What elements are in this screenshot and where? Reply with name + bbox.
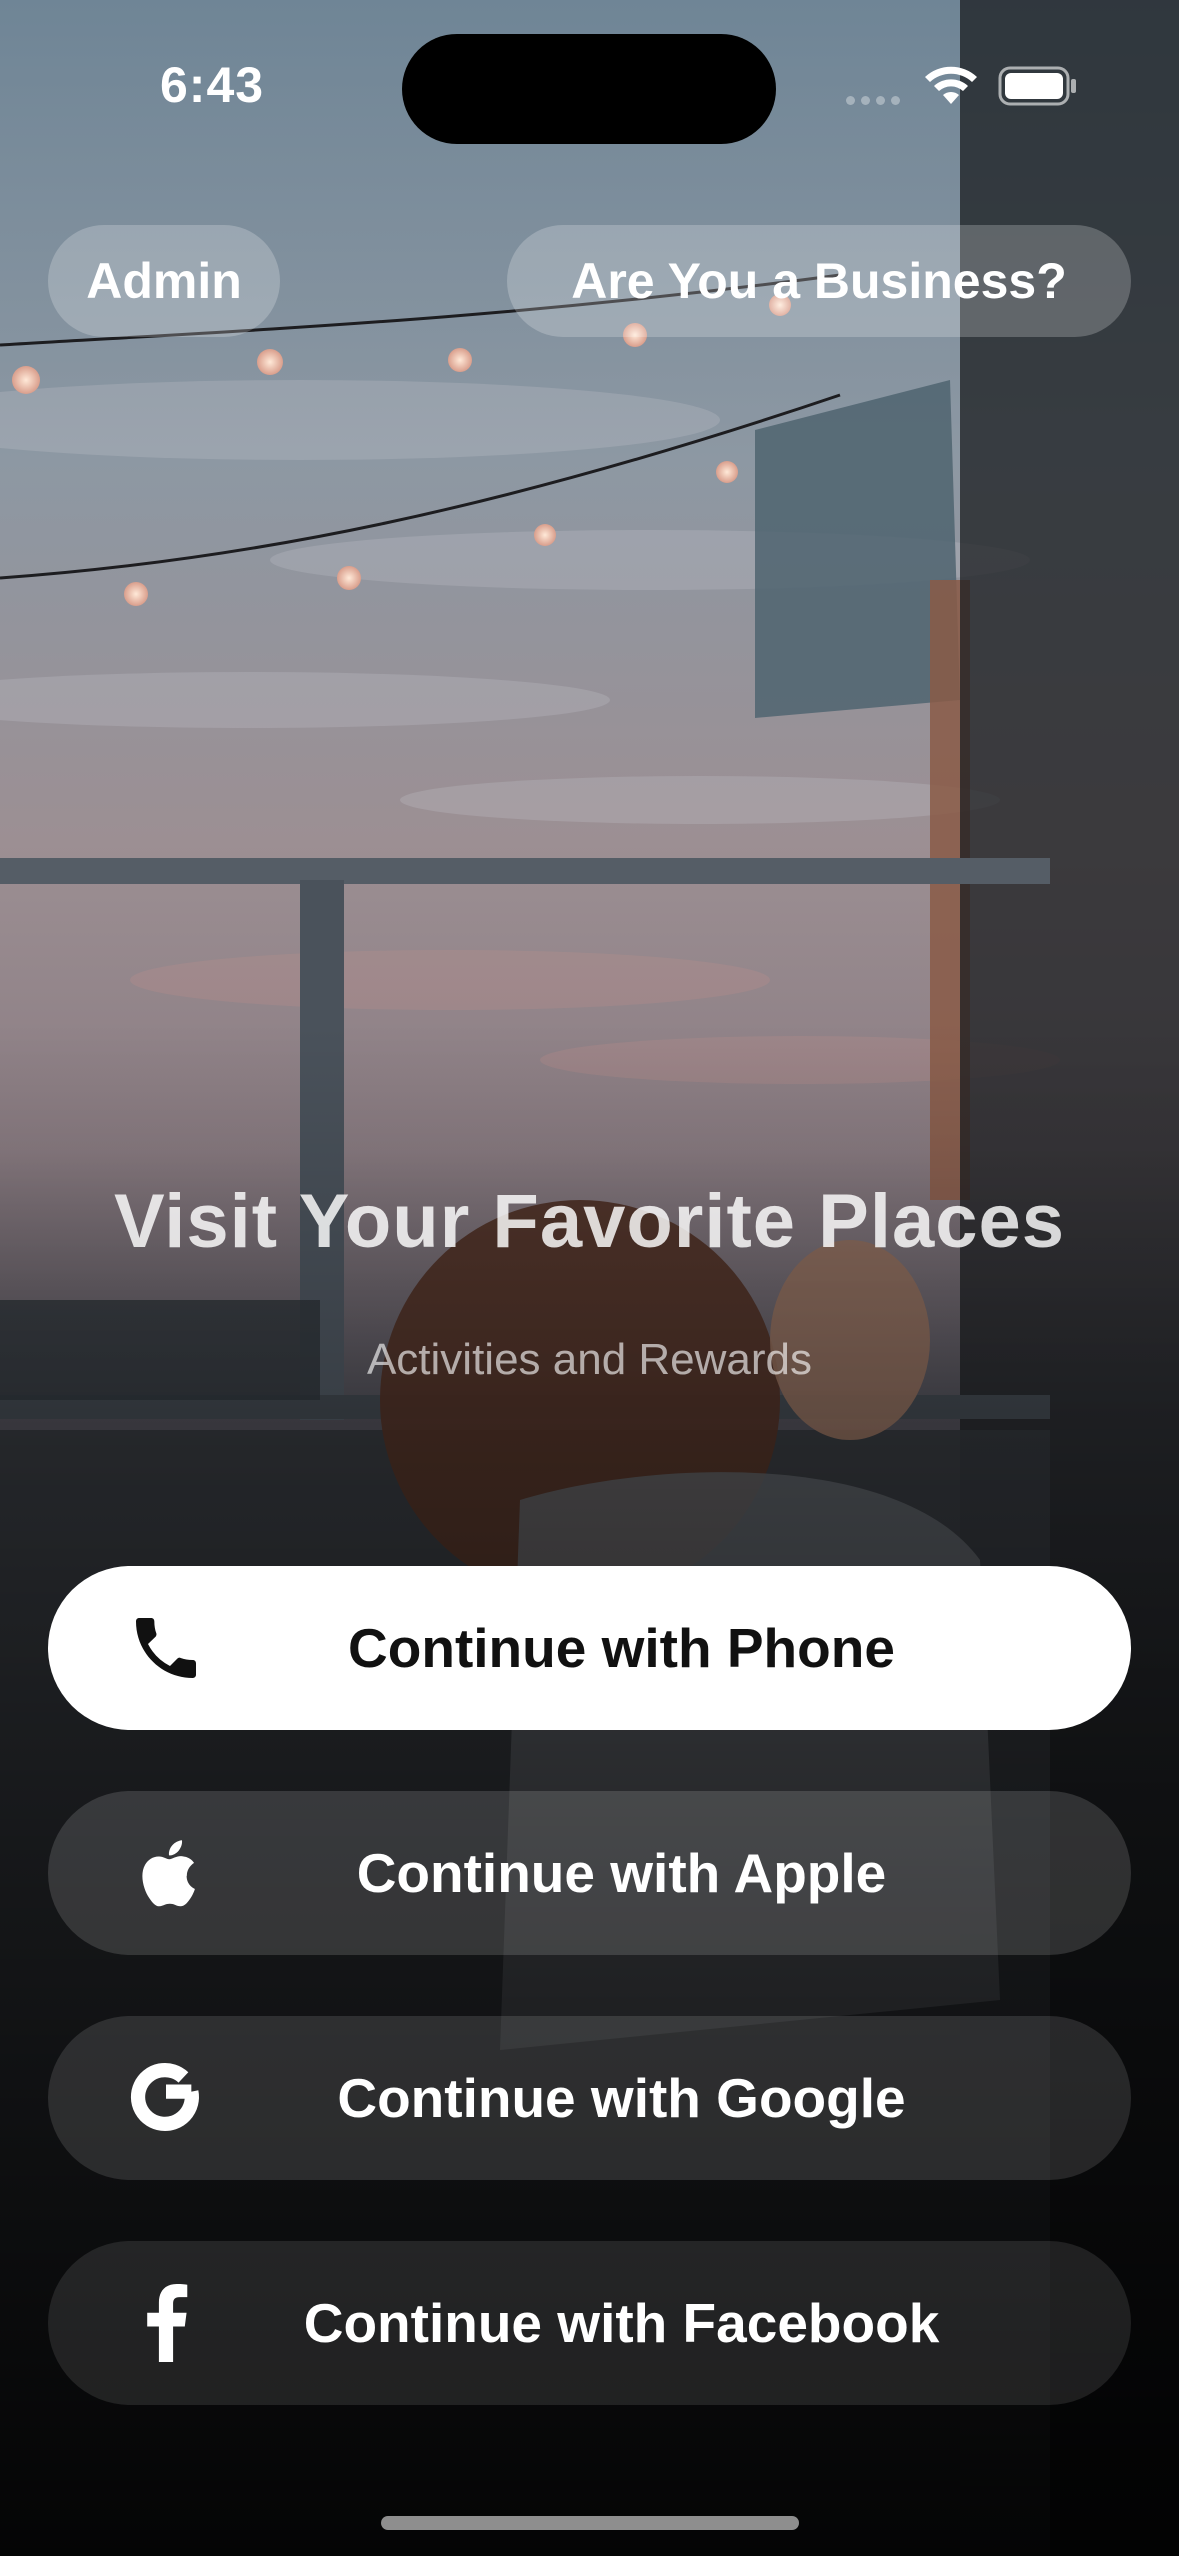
- business-label: Are You a Business?: [571, 253, 1067, 309]
- status-bar: 6:43: [0, 0, 1179, 160]
- phone-icon: [126, 1608, 206, 1688]
- cellular-signal-icon: [846, 96, 902, 108]
- continue-with-google-label: Continue with Google: [337, 2067, 906, 2129]
- admin-label: Admin: [86, 253, 242, 309]
- continue-with-phone-label: Continue with Phone: [348, 1617, 895, 1679]
- battery-icon: [998, 66, 1076, 106]
- continue-with-apple-label: Continue with Apple: [356, 1842, 887, 1904]
- continue-with-facebook-button[interactable]: Continue with Facebook: [48, 2241, 1131, 2405]
- admin-button[interactable]: Admin: [48, 225, 280, 337]
- hero-subtitle: Activities and Rewards: [366, 1335, 813, 1384]
- status-time: 6:43: [160, 57, 265, 113]
- business-button[interactable]: Are You a Business?: [507, 225, 1131, 337]
- hero-title: Visit Your Favorite Places: [113, 1179, 1066, 1264]
- continue-with-phone-button[interactable]: Continue with Phone: [48, 1566, 1131, 1730]
- dynamic-island: [402, 34, 776, 144]
- google-icon: [128, 2060, 204, 2136]
- facebook-icon: [144, 2284, 188, 2362]
- continue-with-apple-button[interactable]: Continue with Apple: [48, 1791, 1131, 1955]
- continue-with-facebook-label: Continue with Facebook: [303, 2292, 940, 2354]
- wifi-icon: [925, 66, 977, 104]
- home-indicator[interactable]: [381, 2516, 799, 2530]
- apple-icon: [133, 1834, 199, 1912]
- continue-with-google-button[interactable]: Continue with Google: [48, 2016, 1131, 2180]
